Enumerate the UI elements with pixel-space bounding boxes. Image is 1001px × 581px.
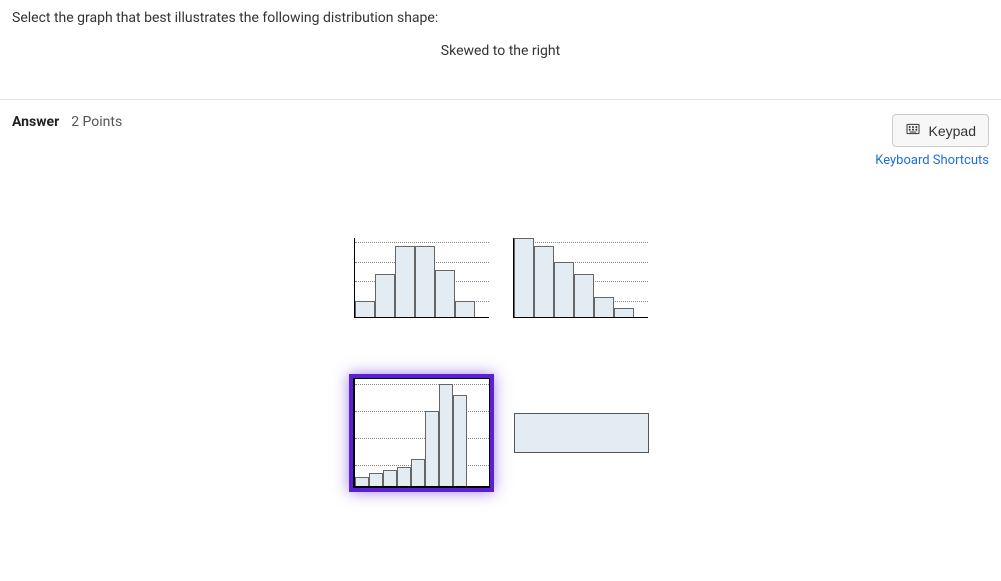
- points-label: 2 Points: [71, 114, 122, 130]
- question-area: Select the graph that best illustrates t…: [0, 0, 1001, 99]
- chart-bars: [355, 238, 489, 317]
- choice-option-1[interactable]: [354, 238, 489, 318]
- keypad-icon: [905, 121, 921, 140]
- bar-chart: [513, 238, 648, 318]
- answer-bar: Answer 2 Points Keypad Keyboard Shortcut…: [0, 100, 1001, 168]
- choice-option-3[interactable]: [353, 378, 490, 488]
- keypad-button[interactable]: Keypad: [892, 114, 989, 147]
- chart-bars: [355, 379, 489, 486]
- answer-label: Answer: [12, 114, 59, 130]
- question-shape: Skewed to the right: [12, 43, 989, 59]
- choice-option-4[interactable]: [514, 413, 649, 453]
- bar-chart: [354, 379, 489, 487]
- choice-option-2[interactable]: [513, 238, 648, 318]
- choices-container: [0, 238, 1001, 528]
- chart-bars: [514, 238, 648, 317]
- question-prompt: Select the graph that best illustrates t…: [12, 8, 989, 29]
- keypad-group: Keypad Keyboard Shortcuts: [875, 114, 989, 168]
- choice-row-1: [354, 238, 648, 318]
- flat-rectangle-chart: [514, 413, 649, 453]
- choice-row-2: [353, 378, 649, 488]
- keyboard-shortcuts-link[interactable]: Keyboard Shortcuts: [875, 153, 989, 168]
- keypad-button-label: Keypad: [929, 123, 976, 139]
- bar-chart: [354, 238, 489, 318]
